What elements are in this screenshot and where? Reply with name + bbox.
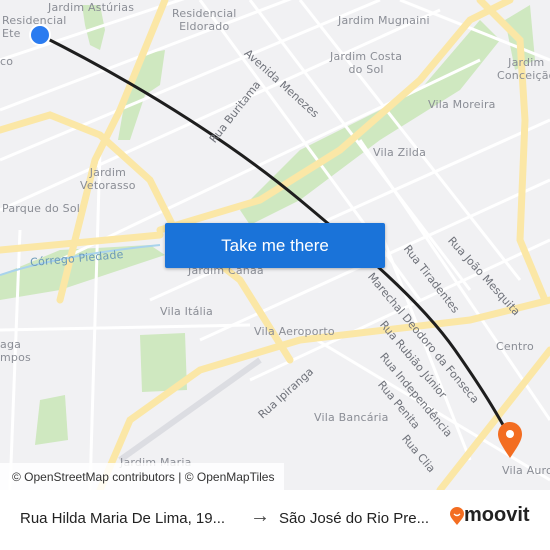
label-jardim-asturias: Jardim Astúrias xyxy=(48,1,135,14)
label-aga-campos: aga mpos xyxy=(0,338,31,364)
label-vila-zilda: Vila Zilda xyxy=(373,146,427,159)
label-jardim-mugnaini: Jardim Mugnaini xyxy=(338,14,430,27)
moovit-logo: moovit xyxy=(450,504,530,527)
label-vila-italia: Vila Itália xyxy=(160,305,213,318)
label-jardim-vetorasso: Jardim Vetorasso xyxy=(80,166,136,192)
label-vila-bancaria: Vila Bancária xyxy=(314,411,389,424)
label-residencial-eldorado: Residencial Eldorado xyxy=(172,7,237,33)
label-parque-do-sol: Parque do Sol xyxy=(2,202,81,215)
label-co: co xyxy=(0,55,14,68)
label-jardim-costa-do-sol: Jardim Costa do Sol xyxy=(330,50,403,76)
moovit-pin-icon xyxy=(450,506,464,525)
take-me-there-button[interactable]: Take me there xyxy=(165,223,385,268)
label-jardim-conceicao: Jardim Conceição xyxy=(497,56,550,82)
label-vila-aeroporto: Vila Aeroporto xyxy=(254,325,335,338)
label-centro: Centro xyxy=(496,340,534,353)
label-vila-moreira: Vila Moreira xyxy=(428,98,496,111)
map[interactable]: Residencial Ete Jardim Astúrias Residenc… xyxy=(0,0,550,490)
origin-address: Rua Hilda Maria De Lima, 19... xyxy=(20,510,226,527)
label-residencial-ete: Residencial Ete xyxy=(2,14,67,40)
map-attribution[interactable]: © OpenStreetMap contributors | © OpenMap… xyxy=(0,463,285,490)
label-vila-aurora: Vila Auro xyxy=(502,464,550,477)
footer: Rua Hilda Maria De Lima, 19... → São Jos… xyxy=(0,490,550,550)
destination-address: São José do Rio Pre... xyxy=(279,510,430,527)
moovit-wordmark: moovit xyxy=(464,504,530,526)
arrow-right-icon: → xyxy=(250,505,270,527)
